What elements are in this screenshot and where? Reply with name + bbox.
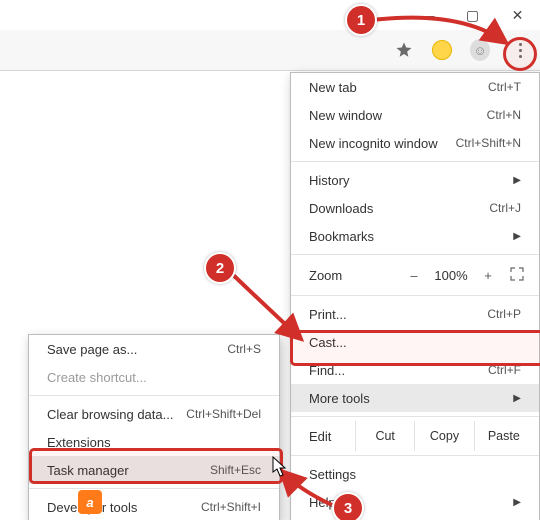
submenu-extensions[interactable]: Extensions — [29, 428, 279, 456]
window-titlebar: — ▢ ✕ — [0, 0, 540, 30]
chrome-main-menu: New tab Ctrl+T New window Ctrl+N New inc… — [290, 72, 540, 520]
browser-toolbar: ☺ — [0, 30, 540, 71]
submenu-clear-data[interactable]: Clear browsing data... Ctrl+Shift+Del — [29, 400, 279, 428]
edit-paste-button[interactable]: Paste — [474, 421, 533, 451]
menu-settings[interactable]: Settings — [291, 460, 539, 488]
submenu-arrow-icon: ▶ — [513, 231, 521, 242]
menu-label: Create shortcut... — [47, 370, 261, 385]
menu-label: New incognito window — [309, 136, 456, 151]
chrome-menu-button[interactable] — [508, 38, 532, 62]
submenu-arrow-icon: ▶ — [513, 175, 521, 186]
menu-shortcut: Ctrl+N — [487, 108, 521, 122]
zoom-value: 100% — [431, 268, 471, 283]
callout-badge-2: 2 — [204, 252, 236, 284]
menu-bookmarks[interactable]: Bookmarks ▶ — [291, 222, 539, 250]
menu-separator — [291, 416, 539, 417]
menu-label: Bookmarks — [309, 229, 513, 244]
menu-new-tab[interactable]: New tab Ctrl+T — [291, 73, 539, 101]
menu-shortcut: Ctrl+P — [487, 307, 521, 321]
menu-label: Clear browsing data... — [47, 407, 186, 422]
more-tools-submenu: Save page as... Ctrl+S Create shortcut..… — [28, 334, 280, 520]
submenu-arrow-icon: ▶ — [513, 497, 521, 508]
menu-shortcut: Ctrl+Shift+N — [456, 136, 521, 150]
menu-cast[interactable]: Cast... — [291, 328, 539, 356]
taskbar-app-icon[interactable]: a — [78, 490, 102, 514]
menu-shortcut: Ctrl+Shift+I — [201, 500, 261, 514]
menu-edit-row: Edit Cut Copy Paste — [291, 421, 539, 451]
zoom-label: Zoom — [309, 268, 397, 283]
zoom-out-button[interactable]: – — [403, 268, 425, 283]
menu-shortcut: Ctrl+T — [488, 80, 521, 94]
submenu-create-shortcut: Create shortcut... — [29, 363, 279, 391]
window-close-button[interactable]: ✕ — [495, 0, 540, 30]
submenu-save-page[interactable]: Save page as... Ctrl+S — [29, 335, 279, 363]
menu-shortcut: Ctrl+S — [227, 342, 261, 356]
menu-label: Developer tools — [47, 500, 201, 515]
callout-badge-3: 3 — [332, 492, 364, 520]
menu-shortcut: Ctrl+F — [488, 363, 521, 377]
menu-shortcut: Ctrl+J — [489, 201, 521, 215]
menu-shortcut: Shift+Esc — [210, 463, 261, 477]
menu-label: New window — [309, 108, 487, 123]
window-minimize-button[interactable]: — — [405, 0, 450, 30]
menu-label: Print... — [309, 307, 487, 322]
window-maximize-button[interactable]: ▢ — [450, 0, 495, 30]
submenu-task-manager[interactable]: Task manager Shift+Esc — [29, 456, 279, 484]
menu-separator — [291, 455, 539, 456]
menu-zoom-row: Zoom – 100% + — [291, 259, 539, 291]
menu-new-window[interactable]: New window Ctrl+N — [291, 101, 539, 129]
edit-copy-button[interactable]: Copy — [414, 421, 473, 451]
edit-label: Edit — [309, 429, 355, 444]
bookmark-star-icon[interactable] — [394, 40, 414, 60]
zoom-in-button[interactable]: + — [477, 268, 499, 283]
menu-help[interactable]: Help ▶ — [291, 488, 539, 516]
menu-label: New tab — [309, 80, 488, 95]
menu-separator — [29, 395, 279, 396]
submenu-arrow-icon: ▶ — [513, 393, 521, 404]
menu-separator — [291, 295, 539, 296]
menu-more-tools[interactable]: More tools ▶ — [291, 384, 539, 412]
menu-print[interactable]: Print... Ctrl+P — [291, 300, 539, 328]
callout-badge-1: 1 — [345, 4, 377, 36]
menu-label: Settings — [309, 467, 521, 482]
menu-label: More tools — [309, 391, 513, 406]
menu-new-incognito[interactable]: New incognito window Ctrl+Shift+N — [291, 129, 539, 157]
menu-label: Task manager — [47, 463, 210, 478]
menu-separator — [29, 488, 279, 489]
menu-find[interactable]: Find... Ctrl+F — [291, 356, 539, 384]
menu-label: Find... — [309, 363, 488, 378]
extension-icon[interactable] — [432, 40, 452, 60]
edit-cut-button[interactable]: Cut — [355, 421, 414, 451]
menu-history[interactable]: History ▶ — [291, 166, 539, 194]
menu-label: History — [309, 173, 513, 188]
menu-separator — [291, 254, 539, 255]
menu-shortcut: Ctrl+Shift+Del — [186, 407, 261, 421]
profile-avatar-icon[interactable]: ☺ — [470, 40, 490, 60]
submenu-dev-tools[interactable]: Developer tools Ctrl+Shift+I — [29, 493, 279, 520]
menu-label: Downloads — [309, 201, 489, 216]
menu-label: Save page as... — [47, 342, 227, 357]
fullscreen-icon[interactable] — [509, 266, 525, 285]
menu-label: Extensions — [47, 435, 261, 450]
menu-label: Cast... — [309, 335, 521, 350]
menu-separator — [291, 161, 539, 162]
menu-downloads[interactable]: Downloads Ctrl+J — [291, 194, 539, 222]
